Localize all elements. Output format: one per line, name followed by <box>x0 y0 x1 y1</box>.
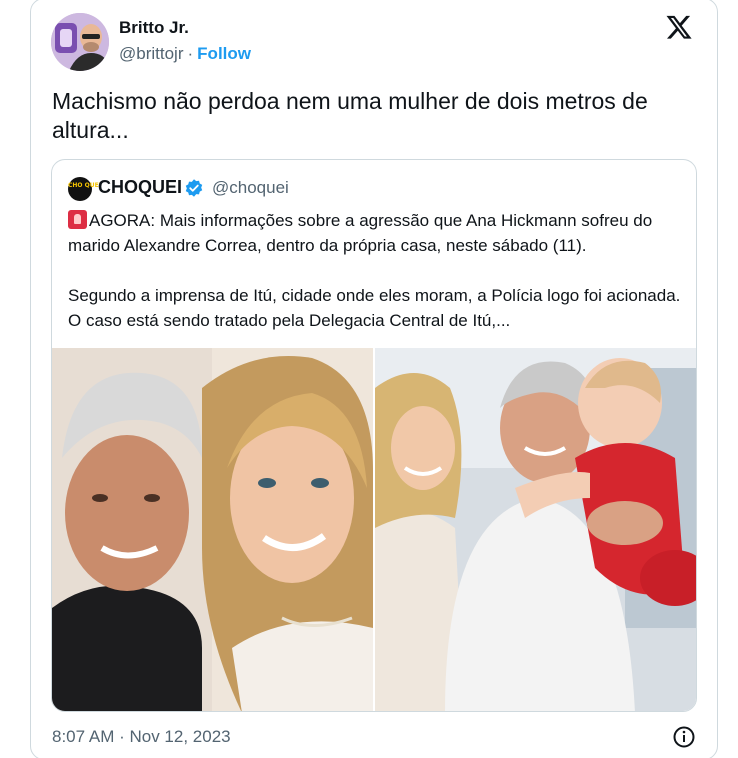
quoted-paragraph-2: Segundo a imprensa de Itú, cidade onde e… <box>68 286 681 330</box>
separator: · <box>187 44 194 63</box>
quoted-author-handle[interactable]: @choquei <box>212 178 289 198</box>
x-logo-icon[interactable] <box>665 13 693 41</box>
rotating-light-icon <box>68 210 87 229</box>
photo-couple-selfie[interactable] <box>52 348 373 711</box>
author-handle-line: @brittojr · Follow <box>119 44 251 64</box>
info-icon[interactable] <box>672 725 696 749</box>
quoted-tweet-text: AGORA: Mais informações sobre a agressão… <box>68 208 688 333</box>
tweet-text: Machismo não perdoa nem uma mulher de do… <box>52 88 648 143</box>
quoted-paragraph-1-text: AGORA: Mais informações sobre a agressão… <box>68 211 653 255</box>
tweet-header: Britto Jr. @brittojr · Follow <box>51 11 699 71</box>
author-avatar[interactable] <box>51 13 109 71</box>
quoted-tweet[interactable]: CHO QUEI CHOQUEI @choquei AGORA: Mais in… <box>51 159 697 712</box>
follow-button[interactable]: Follow <box>197 44 251 63</box>
photo-family-baby[interactable] <box>375 348 696 711</box>
verified-badge-icon <box>184 178 204 198</box>
tweet-card: Britto Jr. @brittojr · Follow Machismo não… <box>30 0 718 758</box>
tweet-timestamp[interactable]: 8:07 AM · Nov 12, 2023 <box>52 727 231 747</box>
author-name[interactable]: Britto Jr. <box>119 18 189 38</box>
tweet-footer: 8:07 AM · Nov 12, 2023 <box>52 725 698 751</box>
author-handle[interactable]: @brittojr <box>119 44 184 63</box>
quoted-tweet-header: CHO QUEI CHOQUEI @choquei <box>68 177 668 203</box>
quoted-avatar[interactable]: CHO QUEI <box>68 177 101 201</box>
quoted-paragraph-1: AGORA: Mais informações sobre a agressão… <box>68 208 688 258</box>
quoted-media[interactable] <box>52 348 696 711</box>
quoted-author-name[interactable]: CHOQUEI <box>98 177 182 198</box>
